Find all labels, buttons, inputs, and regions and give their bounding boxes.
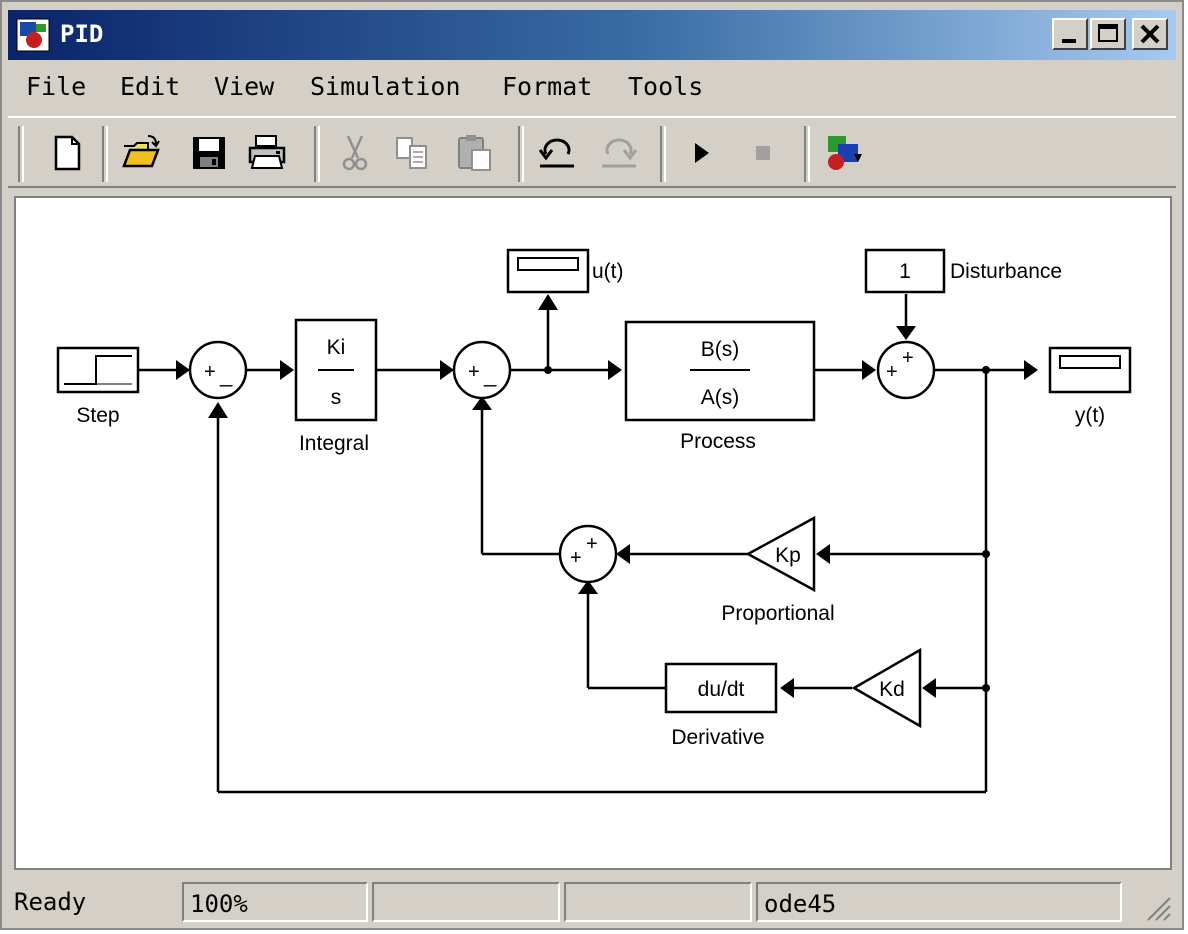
process-denominator: A(s) xyxy=(701,386,740,409)
model-icon xyxy=(16,18,50,52)
sum-block-2[interactable]: + _ xyxy=(452,340,512,400)
new-icon[interactable] xyxy=(46,132,88,174)
library-browser-icon[interactable] xyxy=(824,132,866,174)
close-button[interactable] xyxy=(1132,18,1168,50)
sum-block-3[interactable]: + + xyxy=(876,340,936,400)
sum-block-1[interactable]: + _ xyxy=(188,340,248,400)
sum-block-4[interactable]: + + xyxy=(558,524,618,584)
scope-u[interactable] xyxy=(506,248,590,294)
menu-edit[interactable]: Edit xyxy=(120,72,180,101)
svg-text:+: + xyxy=(570,547,582,569)
scope-u-label: u(t) xyxy=(592,260,624,283)
menu-bar: File Edit View Simulation Format Tools xyxy=(8,64,1176,110)
branch-point xyxy=(982,550,990,558)
toolbar-separator xyxy=(102,126,108,182)
window-title: PID xyxy=(60,20,104,48)
svg-text:+: + xyxy=(468,361,480,383)
process-label: Process xyxy=(680,430,756,453)
toolbar xyxy=(8,116,1176,188)
disturbance-value: 1 xyxy=(899,260,911,283)
svg-text:_: _ xyxy=(219,362,233,387)
toolbar-separator xyxy=(660,126,666,182)
svg-text:+: + xyxy=(902,347,914,369)
status-zoom: 100% xyxy=(182,882,368,922)
paste-icon[interactable] xyxy=(454,132,496,174)
svg-text:+: + xyxy=(586,533,598,555)
menu-file[interactable]: File xyxy=(26,72,86,101)
save-icon[interactable] xyxy=(188,132,230,174)
status-bar: Ready 100% ode45 xyxy=(8,878,1176,926)
derivative-label: Derivative xyxy=(671,726,764,749)
kd-text: Kd xyxy=(879,678,905,701)
status-ready: Ready xyxy=(14,888,87,916)
toolbar-grip xyxy=(18,126,24,182)
open-icon[interactable] xyxy=(120,132,162,174)
step-label: Step xyxy=(76,404,119,427)
integral-denominator: s xyxy=(331,386,342,409)
status-blank-1 xyxy=(372,882,560,922)
toolbar-separator xyxy=(314,126,320,182)
print-icon[interactable] xyxy=(246,132,288,174)
run-icon[interactable] xyxy=(680,132,722,174)
menu-view[interactable]: View xyxy=(214,72,274,101)
derivative-text: du/dt xyxy=(698,678,745,701)
minimize-button[interactable] xyxy=(1052,18,1088,50)
stop-icon[interactable] xyxy=(742,132,784,174)
svg-text:+: + xyxy=(204,361,216,383)
kp-text: Kp xyxy=(775,544,801,567)
toolbar-separator xyxy=(804,126,810,182)
cut-icon[interactable] xyxy=(334,132,376,174)
scope-y-label: y(t) xyxy=(1075,404,1105,427)
undo-icon[interactable] xyxy=(536,132,578,174)
menu-tools[interactable]: Tools xyxy=(628,72,703,101)
kp-label: Proportional xyxy=(721,602,834,625)
step-block[interactable] xyxy=(56,346,140,394)
branch-point xyxy=(982,684,990,692)
integral-numerator: Ki xyxy=(327,336,346,359)
scope-y[interactable] xyxy=(1048,346,1132,394)
svg-text:_: _ xyxy=(483,362,497,387)
status-solver: ode45 xyxy=(756,882,1122,922)
disturbance-label: Disturbance xyxy=(950,260,1062,283)
minimize-icon xyxy=(1062,39,1076,43)
model-canvas[interactable]: Step + _ Ki s Integral + _ u(t) B(s) A(s… xyxy=(14,196,1172,870)
menu-format[interactable]: Format xyxy=(502,72,592,101)
process-numerator: B(s) xyxy=(701,338,740,361)
block-diagram: Step + _ Ki s Integral + _ u(t) B(s) A(s… xyxy=(56,248,1132,794)
maximize-button[interactable] xyxy=(1090,18,1126,50)
menu-simulation[interactable]: Simulation xyxy=(310,72,461,101)
redo-icon[interactable] xyxy=(598,132,640,174)
resize-grip-icon[interactable] xyxy=(1142,892,1172,922)
close-icon xyxy=(1140,24,1160,44)
copy-icon[interactable] xyxy=(392,132,434,174)
simulink-window: PID File Edit View Simulation Format Too… xyxy=(0,0,1184,930)
branch-point xyxy=(544,366,552,374)
toolbar-separator xyxy=(518,126,524,182)
title-bar: PID xyxy=(8,10,1176,60)
svg-text:+: + xyxy=(886,361,898,383)
integral-label: Integral xyxy=(299,432,369,455)
status-blank-2 xyxy=(564,882,752,922)
maximize-icon xyxy=(1098,24,1118,42)
branch-point xyxy=(982,366,990,374)
